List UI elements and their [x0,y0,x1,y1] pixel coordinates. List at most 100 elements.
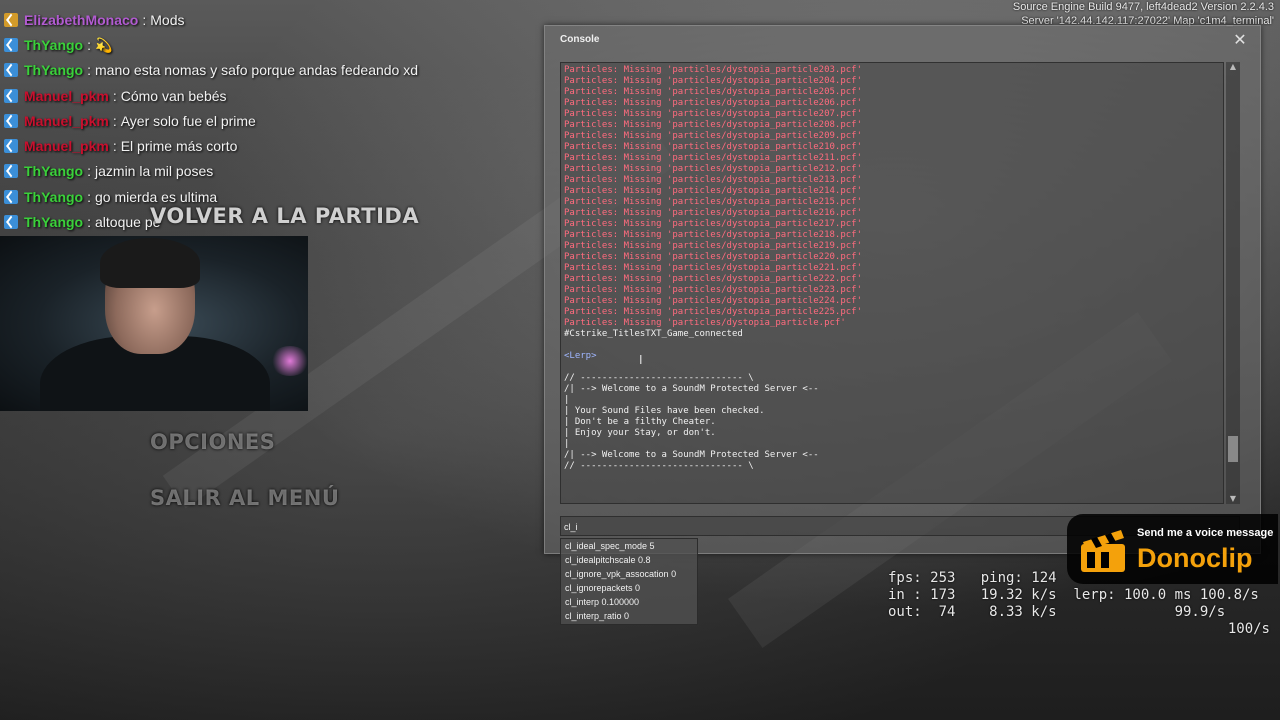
console-log-line: Particles: Missing 'particles/dystopia_p… [564,120,863,130]
console-log-line: | Your Sound Files have been checked. [564,406,765,416]
text-cursor-icon: I [639,353,643,367]
chat-username[interactable]: ThYango [24,62,83,78]
console-log-line: /| --> Welcome to a SoundM Protected Ser… [564,384,819,394]
chat-badge-icon [4,190,18,204]
console-log-line: | Enjoy your Stay, or don't. [564,428,716,438]
console-log-line: Particles: Missing 'particles/dystopia_p… [564,263,863,273]
console-log-line: Particles: Missing 'particles/dystopia_p… [564,131,863,141]
options-button[interactable]: OPCIONES [150,430,275,454]
chat-badge-icon [4,164,18,178]
scroll-down-arrow-icon[interactable]: ▼ [1226,494,1240,504]
console-log-line: Particles: Missing 'particles/dystopia_p… [564,186,863,196]
chat-username[interactable]: ThYango [24,163,83,179]
autocomplete-item[interactable]: cl_ideal_spec_mode 5 [561,539,697,553]
chat-username[interactable]: ThYango [24,37,83,53]
chat-badge-icon [4,13,18,27]
console-log-line: Particles: Missing 'particles/dystopia_p… [564,109,863,119]
command-autocomplete[interactable]: cl_ideal_spec_mode 5 cl_idealpitchscale 0… [560,538,698,625]
chat-badge-icon [4,38,18,52]
console-log-line: Particles: Missing 'particles/dystopia_p… [564,142,863,152]
console-log-line: #Cstrike_TitlesTXT_Game_connected [564,329,743,339]
chat-separator: : [112,88,117,104]
console-log-line: Particles: Missing 'particles/dystopia_p… [564,318,846,328]
chat-username[interactable]: Manuel_pkm [24,138,109,154]
console-scrollbar[interactable]: ▲ ▼ [1226,62,1240,504]
chat-separator: : [87,163,92,179]
chat-separator: : [87,189,92,205]
autocomplete-item[interactable]: cl_idealpitchscale 0.8 [561,553,697,567]
chat-badge-icon [4,63,18,77]
chat-separator: : [112,138,117,154]
autocomplete-item[interactable]: cl_ignore_vpk_assocation 0 [561,567,697,581]
build-version: Source Engine Build 9477, left4dead2 Ver… [1012,1,1274,13]
webcam-person-hair [100,238,200,288]
scroll-up-arrow-icon[interactable]: ▲ [1226,62,1240,72]
chat-username[interactable]: ThYango [24,189,83,205]
chat-text: 💫 [95,36,113,53]
console-log-line [564,340,1220,351]
chat-text: jazmin la mil poses [95,163,214,179]
donoclip-brand: Donoclip [1137,543,1253,573]
console-log-line: Particles: Missing 'particles/dystopia_p… [564,296,863,306]
console-log-line: Particles: Missing 'particles/dystopia_p… [564,87,863,97]
console-log-line: Particles: Missing 'particles/dystopia_p… [564,307,863,317]
chat-username[interactable]: Manuel_pkm [24,113,109,129]
console-log-line: Particles: Missing 'particles/dystopia_p… [564,252,863,262]
chat-text: Cómo van bebés [120,88,227,104]
chat-username[interactable]: Manuel_pkm [24,88,109,104]
console-log-line [564,362,1220,373]
chat-text: mano esta nomas y safo porque andas fede… [95,62,419,78]
chat-badge-icon [4,114,18,128]
scroll-thumb[interactable] [1228,436,1238,463]
console-log-line: Particles: Missing 'particles/dystopia_p… [564,175,863,185]
donoclip-widget: Send me a voice message Donoclip [1067,514,1278,584]
chat-separator: : [87,62,92,78]
net-graph-rate: 100/s [1227,621,1270,637]
console-log-line: <Lerp> [564,351,597,361]
chat-text: Mods [150,12,185,28]
console-log-line: Particles: Missing 'particles/dystopia_p… [564,153,863,163]
webcam-feed [0,236,308,411]
chat-message: ThYango: altoque pe [0,210,160,234]
chat-username[interactable]: ElizabethMonaco [24,12,138,28]
console-log-line: | [564,439,570,449]
console-log-line: // ------------------------------ \ [564,373,754,383]
chat-message: ElizabethMonaco: Mods [0,8,184,32]
console-log-line: Particles: Missing 'particles/dystopia_p… [564,285,863,295]
console-log-line: // ------------------------------ \ [564,461,754,471]
donoclip-tagline: Send me a voice message [1137,527,1274,539]
console-log-line: Particles: Missing 'particles/dystopia_p… [564,164,863,174]
chat-message: Manuel_pkm: El prime más corto [0,134,237,158]
net-graph-out: out: 74 8.33 k/s 99.9/s [888,604,1226,620]
chat-message: Manuel_pkm: Cómo van bebés [0,84,227,108]
console-output[interactable]: Particles: Missing 'particles/dystopia_p… [560,62,1224,504]
chat-message: Manuel_pkm: Ayer solo fue el prime [0,109,256,133]
chat-badge-icon [4,89,18,103]
autocomplete-item[interactable]: cl_interp 0.100000 [561,595,697,609]
console-log-line: /| --> Welcome to a SoundM Protected Ser… [564,450,819,460]
chat-text: Ayer solo fue el prime [120,113,256,129]
chat-badge-icon [4,215,18,229]
chat-separator: : [142,12,147,28]
console-log-line: Particles: Missing 'particles/dystopia_p… [564,230,863,240]
chat-username[interactable]: ThYango [24,214,83,230]
chat-message: ThYango: jazmin la mil poses [0,159,213,183]
chat-text: El prime más corto [120,138,238,154]
resume-game-button[interactable]: VOLVER A LA PARTIDA [150,204,419,228]
quit-to-menu-button[interactable]: SALIR AL MENÚ [150,486,339,510]
console-log-line: Particles: Missing 'particles/dystopia_p… [564,208,863,218]
console-log-line: Particles: Missing 'particles/dystopia_p… [564,98,863,108]
console-log-line: Particles: Missing 'particles/dystopia_p… [564,76,863,86]
net-graph-in: in : 173 19.32 k/s lerp: 100.0 ms 100.8/… [888,587,1259,603]
chat-separator: : [87,214,92,230]
chat-text: go mierda es ultima [95,189,218,205]
console-log-line: | [564,395,570,405]
close-icon[interactable]: ✕ [1232,32,1248,48]
console-window[interactable]: Console ✕ Particles: Missing 'particles/… [544,25,1261,554]
chat-message: ThYango: 💫 [0,33,112,57]
autocomplete-item[interactable]: cl_ignorepackets 0 [561,581,697,595]
webcam-rgb-light [270,346,308,376]
build-info: Source Engine Build 9477, left4dead2 Ver… [974,0,1274,28]
autocomplete-item[interactable]: cl_interp_ratio 0 [561,609,697,623]
console-log-line: Particles: Missing 'particles/dystopia_p… [564,274,863,284]
